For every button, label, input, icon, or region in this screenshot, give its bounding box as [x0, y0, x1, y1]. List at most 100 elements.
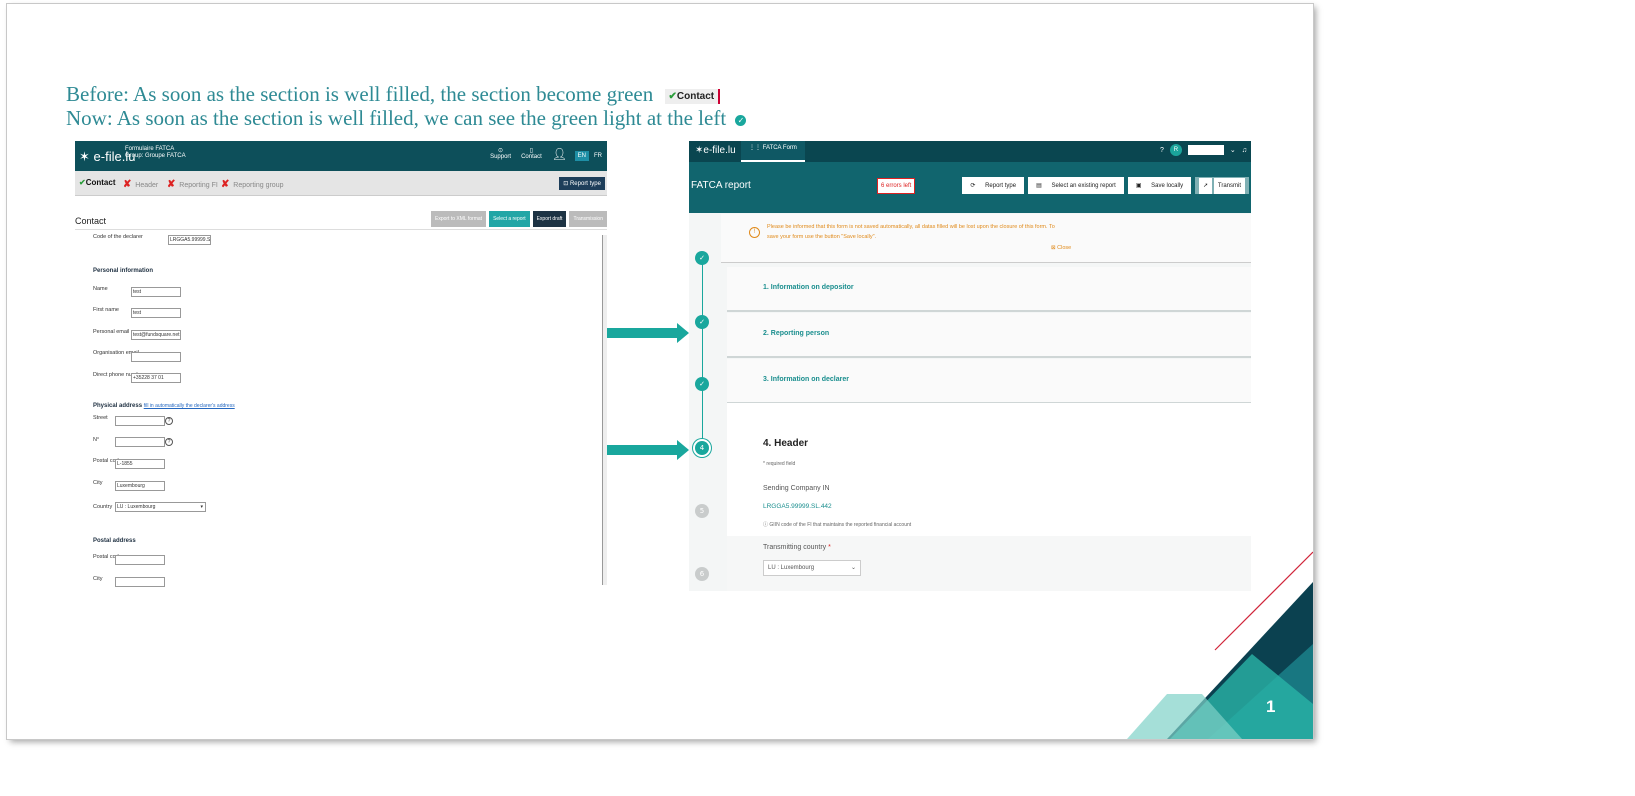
- export-xml-button[interactable]: Export to XML format: [431, 211, 487, 227]
- save-icon: ▣: [1131, 178, 1146, 194]
- old-top-bar: ✶ e-file.lu Formulaire FATCA Group: Grou…: [75, 141, 607, 171]
- scrollbar[interactable]: [602, 235, 607, 585]
- report-type-label: Report type: [981, 178, 1021, 194]
- select-existing-report-button[interactable]: ▤ Select an existing report: [1028, 177, 1124, 194]
- lang-en[interactable]: EN: [574, 151, 589, 161]
- step-2-done-icon[interactable]: ✓: [695, 315, 709, 329]
- organisation-email-input[interactable]: [131, 352, 181, 362]
- field-label: Country: [93, 504, 113, 510]
- help-icon[interactable]: ?: [165, 438, 173, 446]
- transmission-button[interactable]: Transmission: [569, 211, 607, 227]
- tab-header[interactable]: ✘ Header: [123, 179, 158, 190]
- file-icon: ▤: [1032, 178, 1046, 194]
- lang-fr[interactable]: FR: [591, 151, 605, 161]
- arrow-icon: [607, 440, 689, 460]
- old-action-buttons: Export to XML format Select a report Exp…: [431, 211, 607, 227]
- sending-company-hint: ⓘ GIIN code of the FI that maintains the…: [763, 521, 911, 528]
- transmit-button[interactable]: ➚ Transmit: [1195, 177, 1249, 194]
- physical-address-label: Physical address: [93, 403, 143, 409]
- section-declarer-title: 3. Information on declarer: [763, 376, 849, 383]
- contact-badge-example: ✔Contact: [664, 88, 721, 104]
- city-input[interactable]: Luxembourg: [115, 481, 165, 491]
- section-depositor-title: 1. Information on depositor: [763, 284, 854, 291]
- check-icon: ✔: [668, 90, 677, 102]
- field-label: Name: [93, 286, 108, 292]
- report-header-bar: FATCA report 6 errors left ⟳ Report type…: [689, 162, 1251, 213]
- transmit-label: Transmit: [1213, 178, 1245, 194]
- declarer-code-input[interactable]: LRGGA5.99999.SL.442: [168, 235, 211, 245]
- save-locally-button[interactable]: ▣ Save locally: [1127, 177, 1192, 194]
- section-reporting-person-title: 2. Reporting person: [763, 330, 830, 337]
- contact-badge-label: Contact: [676, 90, 715, 102]
- personal-email-input[interactable]: test@fundsquare.net: [131, 330, 181, 340]
- street-input[interactable]: [115, 416, 165, 426]
- step-1-done-icon[interactable]: ✓: [695, 251, 709, 265]
- step-5[interactable]: 5: [695, 504, 709, 518]
- step-3-done-icon[interactable]: ✓: [695, 377, 709, 391]
- select-report-button[interactable]: Select a report: [489, 211, 530, 227]
- step-6[interactable]: 6: [695, 567, 709, 581]
- tab-contact[interactable]: ✔Contact: [79, 178, 115, 187]
- transmitting-country-label: Transmitting country *: [763, 544, 831, 551]
- old-form-info: Formulaire FATCA Group: Groupe FATCA: [125, 146, 186, 160]
- old-form-line2: Group: Groupe FATCA: [125, 153, 186, 159]
- bell-icon[interactable]: ♫: [1242, 147, 1247, 154]
- contact-link[interactable]: ▯ Contact: [521, 147, 542, 161]
- tab-fatca-form[interactable]: ⋮⋮ FATCA Form: [741, 141, 805, 162]
- postal-city-input[interactable]: [115, 577, 165, 587]
- name-input[interactable]: test: [131, 287, 181, 297]
- transmitting-country-text: Transmitting country: [763, 544, 827, 551]
- dropdown-arrow-icon: ▾: [200, 504, 203, 510]
- field-label: Code of the declarer: [93, 234, 143, 240]
- sending-company-value: LRGGA5.99999.SL.442: [763, 503, 832, 510]
- help-icon[interactable]: ?: [1160, 147, 1164, 154]
- field-label: City: [93, 576, 103, 582]
- slide-number: 1: [1266, 697, 1276, 716]
- close-label: Close: [1057, 245, 1072, 251]
- send-icon: ➚: [1199, 178, 1213, 194]
- tab-reporting-group[interactable]: ✘ Reporting group: [221, 179, 283, 190]
- report-type-button[interactable]: ⟳ Report type: [962, 177, 1025, 194]
- sending-company-hint-text: GIIN code of the FI that maintains the r…: [769, 522, 912, 528]
- new-form-screenshot: ✶e-file.lu ⋮⋮ FATCA Form ? R ⌄ ♫ FATCA r…: [689, 141, 1251, 591]
- report-type-button[interactable]: ⊡ Report type: [559, 177, 605, 190]
- postal-postcode-input[interactable]: [115, 555, 165, 565]
- user-menu[interactable]: 👤︎: [552, 147, 567, 161]
- street-number-input[interactable]: [115, 437, 165, 447]
- chevron-down-icon[interactable]: ⌄: [1230, 146, 1236, 154]
- section-depositor[interactable]: 1. Information on depositor: [727, 267, 1251, 312]
- autofill-address-link[interactable]: fill in automatically the declarer's add…: [144, 403, 235, 409]
- language-switch: EN FR: [574, 151, 605, 161]
- check-icon: ✔: [79, 178, 86, 187]
- grid-icon: ⋮⋮: [749, 145, 761, 151]
- phone-input[interactable]: +35228 37 01: [131, 373, 181, 383]
- transmitting-country-select[interactable]: LU : Luxembourg ⌄: [763, 560, 861, 576]
- support-label: Support: [490, 154, 512, 160]
- progress-line: [702, 253, 703, 443]
- postal-address-heading: Postal address: [93, 538, 136, 544]
- cross-icon: ✘: [167, 179, 176, 190]
- new-top-bar: ✶e-file.lu ⋮⋮ FATCA Form ? R ⌄ ♫: [689, 141, 1251, 162]
- warning-text: Please be informed that this form is not…: [767, 224, 1055, 240]
- user-name-box[interactable]: [1187, 145, 1224, 155]
- report-type-label: Report type: [569, 181, 601, 187]
- help-icon[interactable]: ?: [165, 417, 173, 425]
- errors-badge[interactable]: 6 errors left: [877, 178, 916, 194]
- caption-before-text: Before: As soon as the section is well f…: [66, 82, 654, 106]
- export-draft-button[interactable]: Export draft: [532, 211, 567, 227]
- postal-code-input[interactable]: L-1855: [115, 459, 165, 469]
- close-warning-button[interactable]: ⊠ Close: [1051, 245, 1071, 251]
- green-light-icon: ✓: [735, 114, 747, 126]
- tab-reporting-fi-label: Reporting FI: [179, 182, 218, 189]
- transmitting-country-value: LU : Luxembourg: [768, 565, 815, 571]
- step-4-current[interactable]: 4: [695, 441, 709, 455]
- first-name-input[interactable]: test: [131, 308, 181, 318]
- avatar[interactable]: R: [1169, 144, 1182, 156]
- section-reporting-person[interactable]: 2. Reporting person: [727, 313, 1251, 358]
- country-value: LU : Luxembourg: [117, 504, 156, 510]
- warning-icon: !: [749, 227, 760, 238]
- support-link[interactable]: ⊙ Support: [490, 147, 511, 161]
- section-declarer[interactable]: 3. Information on declarer: [727, 359, 1251, 404]
- tab-reporting-fi[interactable]: ✘ Reporting FI: [167, 179, 218, 190]
- country-select[interactable]: LU : Luxembourg ▾: [115, 502, 206, 512]
